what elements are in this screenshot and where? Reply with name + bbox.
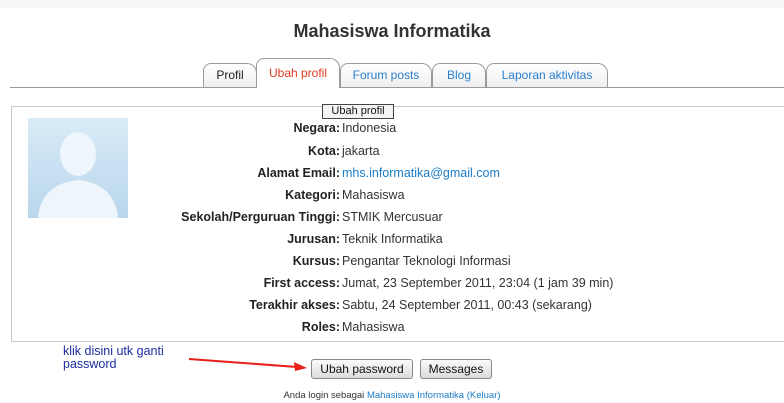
field-label: Kursus: [292, 254, 340, 268]
logout-link[interactable]: (Keluar) [467, 390, 501, 401]
annotation-line-2: password [63, 357, 117, 371]
messages-button[interactable]: Messages [420, 359, 492, 379]
profile-row-jurusan: Jurusan: Teknik Informatika [0, 229, 784, 249]
profile-row-kursus: Kursus: Pengantar Teknologi Informasi [0, 251, 784, 271]
tab-blog[interactable]: Blog [432, 63, 486, 87]
login-prefix: Anda login sebagai [283, 390, 365, 401]
field-value: Sabtu, 24 September 2011, 00:43 (sekaran… [342, 298, 592, 312]
tab-profil[interactable]: Profil [203, 63, 257, 87]
field-label: Kota: [308, 144, 340, 158]
profile-row-kota: Kota: jakarta [0, 141, 784, 161]
profile-row-kategori: Kategori: Mahasiswa [0, 185, 784, 205]
profile-row-roles: Roles: Mahasiswa [0, 317, 784, 337]
field-value: STMIK Mercusuar [342, 210, 443, 224]
tab-divider [10, 87, 784, 88]
tab-ubah-profil[interactable]: Ubah profil [256, 58, 340, 88]
field-label: First access: [263, 276, 340, 290]
annotation-arrow-icon [188, 358, 307, 371]
field-label: Roles: [301, 320, 340, 334]
user-link[interactable]: Mahasiswa Informatika [367, 390, 464, 401]
profile-row-email: Alamat Email: mhs.informatika@gmail.com [0, 163, 784, 183]
field-label: Terakhir akses: [249, 298, 340, 312]
profile-row-sekolah: Sekolah/Perguruan Tinggi: STMIK Mercusua… [0, 207, 784, 227]
field-value: Pengantar Teknologi Informasi [342, 254, 511, 268]
tooltip: Ubah profil [322, 104, 394, 119]
field-value: jakarta [342, 144, 380, 158]
profile-row-negara: Negara: Indonesia [0, 118, 784, 138]
field-value: Teknik Informatika [342, 232, 443, 246]
field-label: Jurusan: [287, 232, 340, 246]
field-value: Indonesia [342, 121, 397, 135]
profile-row-first-access: First access: Jumat, 23 September 2011, … [0, 273, 784, 293]
change-password-button[interactable]: Ubah password [311, 359, 413, 379]
field-value: Jumat, 23 September 2011, 23:04 (1 jam 3… [342, 276, 614, 290]
field-label: Sekolah/Perguruan Tinggi: [181, 210, 340, 224]
profile-row-terakhir-akses: Terakhir akses: Sabtu, 24 September 2011… [0, 295, 784, 315]
page-title: Mahasiswa Informatika [293, 21, 491, 41]
annotation-note: klik disini utk ganti password [63, 345, 164, 371]
login-info: Anda login sebagai Mahasiswa Informatika… [0, 390, 784, 401]
email-link[interactable]: mhs.informatika@gmail.com [342, 163, 500, 183]
field-label: Negara: [293, 121, 340, 135]
field-label: Alamat Email: [257, 166, 340, 180]
field-label: Kategori: [285, 188, 340, 202]
tab-laporan-aktivitas[interactable]: Laporan aktivitas [486, 63, 608, 87]
field-value: Mahasiswa [342, 320, 405, 334]
top-bar [0, 0, 784, 8]
tab-forum-posts[interactable]: Forum posts [340, 63, 432, 87]
field-value: Mahasiswa [342, 188, 405, 202]
